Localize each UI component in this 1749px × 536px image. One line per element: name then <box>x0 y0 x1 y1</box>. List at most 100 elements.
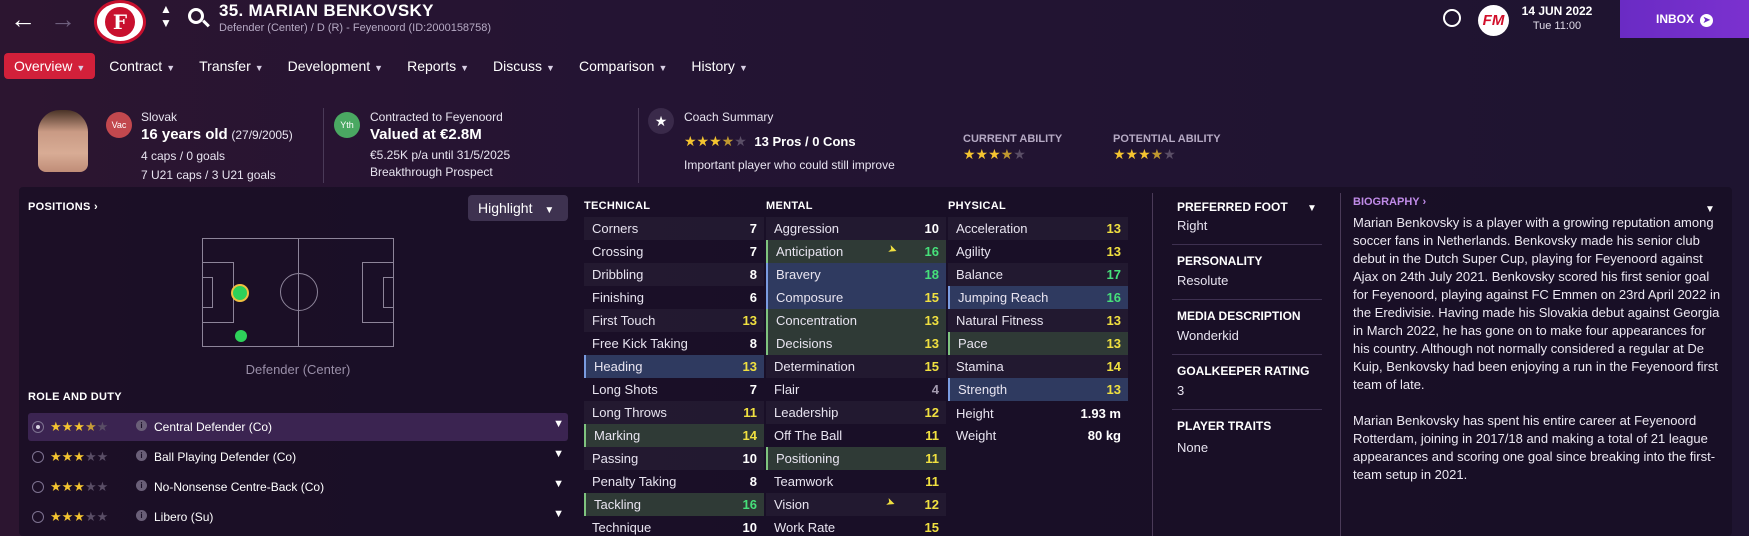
chevron-down-icon[interactable]: ▼ <box>553 448 564 460</box>
attribute-name: Composure <box>776 290 844 305</box>
tab-history[interactable]: History ▼ <box>681 53 757 79</box>
radio-button[interactable] <box>32 481 44 493</box>
radio-button[interactable] <box>32 511 44 523</box>
attribute-row[interactable]: Finishing 6 <box>584 286 764 309</box>
chevron-down-icon[interactable]: ▼ <box>1307 203 1317 214</box>
attribute-row[interactable]: Stamina 14 <box>948 355 1128 378</box>
positions-title[interactable]: POSITIONS › <box>28 201 98 213</box>
attribute-row[interactable]: Vision ➤ 12 <box>766 493 946 516</box>
attribute-row[interactable]: First Touch 13 <box>584 309 764 332</box>
back-arrow-icon[interactable]: ← <box>10 6 36 32</box>
attribute-row[interactable]: Agility 13 <box>948 240 1128 263</box>
attribute-row[interactable]: Passing 10 <box>584 447 764 470</box>
info-icon[interactable]: i <box>136 450 147 461</box>
inbox-button[interactable]: INBOX ➤ <box>1620 0 1749 38</box>
accomplished-position-dot[interactable] <box>235 330 247 342</box>
attribute-row[interactable]: Crossing 7 <box>584 240 764 263</box>
attribute-value: 13 <box>924 336 939 351</box>
chevron-down-icon[interactable]: ▼ <box>553 478 564 490</box>
attribute-row[interactable]: Pace 13 <box>948 332 1128 355</box>
tab-transfer[interactable]: Transfer ▼ <box>189 53 274 79</box>
player-face <box>38 110 88 172</box>
attribute-row[interactable]: Heading 13 <box>584 355 764 378</box>
attribute-row[interactable]: Balance 17 <box>948 263 1128 286</box>
tab-overview[interactable]: Overview ▼ <box>4 53 96 79</box>
youth-badge: Yth <box>334 112 360 138</box>
player-switch-icon[interactable]: ▲ ▼ <box>160 2 172 30</box>
attribute-value: 18 <box>924 267 939 282</box>
attribute-row[interactable]: Teamwork 11 <box>766 470 946 493</box>
attribute-row[interactable]: Penalty Taking 8 <box>584 470 764 493</box>
attribute-row[interactable]: Positioning 11 <box>766 447 946 470</box>
info-icon[interactable]: i <box>136 510 147 521</box>
preferred-foot-value: Right <box>1177 218 1208 233</box>
attribute-row[interactable]: Bravery 18 <box>766 263 946 286</box>
nationality: Slovak <box>141 110 178 124</box>
tab-comparison[interactable]: Comparison ▼ <box>569 53 677 79</box>
club-crest[interactable]: F <box>94 0 146 44</box>
attribute-name: Leadership <box>774 405 839 420</box>
height-value: 1.93 m <box>1080 406 1121 421</box>
attribute-value: 12 <box>924 497 939 512</box>
tab-label: History <box>691 58 735 74</box>
biography-title[interactable]: BIOGRAPHY › <box>1353 196 1426 208</box>
fm-logo[interactable]: FM <box>1478 5 1509 36</box>
attribute-row[interactable]: Corners 7 <box>584 217 764 240</box>
attribute-row[interactable]: Dribbling 8 <box>584 263 764 286</box>
attribute-name: Strength <box>958 382 1008 397</box>
chevron-down-icon[interactable]: ▼ <box>553 508 564 520</box>
attribute-row[interactable]: Long Shots 7 <box>584 378 764 401</box>
attribute-row[interactable]: Flair 4 <box>766 378 946 401</box>
radio-button[interactable] <box>32 451 44 463</box>
biography-text: Marian Benkovsky is a player with a grow… <box>1353 214 1723 502</box>
attribute-row[interactable]: Work Rate 15 <box>766 516 946 536</box>
u21-caps: 7 U21 caps / 3 U21 goals <box>141 168 276 182</box>
attribute-name: Work Rate <box>774 520 836 535</box>
weight-value: 80 kg <box>1087 428 1121 443</box>
attribute-row[interactable]: Strength 13 <box>948 378 1128 401</box>
game-date[interactable]: 14 JUN 2022 Tue 11:00 <box>1516 4 1598 32</box>
player-subtitle: Defender (Center) / D (R) - Feyenoord (I… <box>219 22 492 34</box>
tab-reports[interactable]: Reports ▼ <box>397 53 479 79</box>
info-icon[interactable]: i <box>136 480 147 491</box>
highlight-dropdown[interactable]: Highlight ▼ <box>468 195 568 221</box>
attribute-row[interactable]: Acceleration 13 <box>948 217 1128 240</box>
attribute-name: Finishing <box>592 290 645 305</box>
attribute-value: 16 <box>742 497 757 512</box>
attribute-row[interactable]: Decisions 13 <box>766 332 946 355</box>
natural-position-dot[interactable] <box>231 284 249 302</box>
attribute-row[interactable]: Jumping Reach 16 <box>948 286 1128 309</box>
attribute-row[interactable]: Leadership 12 <box>766 401 946 424</box>
tab-development[interactable]: Development ▼ <box>278 53 393 79</box>
tab-discuss[interactable]: Discuss ▼ <box>483 53 565 79</box>
chevron-right-icon: › <box>1422 196 1427 208</box>
attribute-value: 7 <box>749 382 757 397</box>
help-icon[interactable] <box>1443 9 1461 27</box>
attribute-row[interactable]: Composure 15 <box>766 286 946 309</box>
coach-summary-title[interactable]: Coach Summary <box>684 110 773 124</box>
info-icon[interactable]: i <box>136 420 147 431</box>
chevron-down-icon[interactable]: ▼ <box>553 418 564 430</box>
attribute-row[interactable]: Tackling 16 <box>584 493 764 516</box>
attribute-row[interactable]: Determination 15 <box>766 355 946 378</box>
attribute-row[interactable]: Marking 14 <box>584 424 764 447</box>
forward-arrow-icon[interactable]: → <box>50 6 76 32</box>
attribute-name: Dribbling <box>592 267 644 282</box>
tab-contract[interactable]: Contract ▼ <box>99 53 185 79</box>
divider <box>638 108 639 183</box>
role-row[interactable]: ★★★★★ i Ball Playing Defender (Co) ▼ <box>28 443 568 471</box>
attribute-row[interactable]: Concentration 13 <box>766 309 946 332</box>
role-row[interactable]: ★★★★★ i Central Defender (Co) ▼ <box>28 413 568 441</box>
attribute-row[interactable]: Anticipation ➤ 16 <box>766 240 946 263</box>
role-row[interactable]: ★★★★★ i Libero (Su) ▼ <box>28 503 568 531</box>
attribute-row[interactable]: Free Kick Taking 8 <box>584 332 764 355</box>
role-row[interactable]: ★★★★★ i No-Nonsense Centre-Back (Co) ▼ <box>28 473 568 501</box>
attribute-row[interactable]: Long Throws 11 <box>584 401 764 424</box>
attribute-row[interactable]: Natural Fitness 13 <box>948 309 1128 332</box>
attribute-row[interactable]: Technique 10 <box>584 516 764 536</box>
attribute-row[interactable]: Off The Ball 11 <box>766 424 946 447</box>
attribute-row[interactable]: Aggression 10 <box>766 217 946 240</box>
search-icon[interactable] <box>188 8 204 24</box>
radio-button[interactable] <box>32 421 44 433</box>
attribute-name: Free Kick Taking <box>592 336 688 351</box>
